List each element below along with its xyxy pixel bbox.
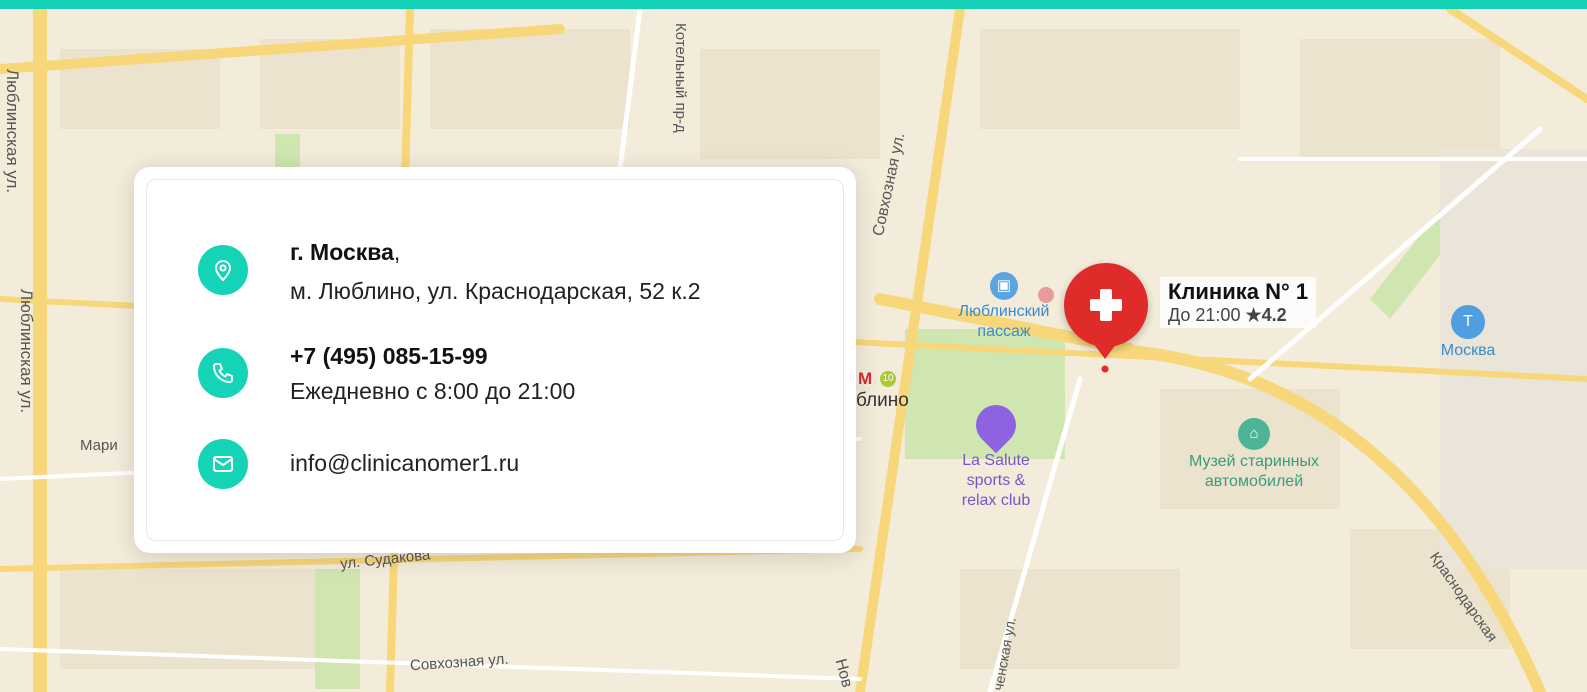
metro-station-label: блино (856, 390, 909, 411)
poi-label: пассаж (977, 323, 1031, 340)
phone-block: +7 (495) 085-15-99 Ежедневно с 8:00 до 2… (290, 340, 575, 410)
location-pin-icon (198, 245, 248, 295)
metro-icon: M (858, 369, 873, 388)
poi-label: Люблинский (958, 303, 1050, 320)
hammer-icon: T (1451, 305, 1485, 339)
contact-card: г. Москва, м. Люблино, ул. Краснодарская… (134, 167, 856, 553)
street-label: Мари (80, 437, 118, 454)
schedule: Ежедневно с 8:00 до 21:00 (290, 378, 576, 404)
street-label: Котельный пр-д (672, 23, 689, 133)
poi-la-salute[interactable]: La Salute sports & relax club (944, 396, 1048, 511)
museum-icon: ⌂ (1238, 418, 1270, 450)
poi-museum[interactable]: ⌂ Музей старинных автомобилей (1168, 418, 1340, 492)
poi-label: Музей старинных (1189, 453, 1319, 470)
street-label: Люблинская ул. (3, 69, 22, 194)
poi-dot (1038, 287, 1054, 303)
city: г. Москва (290, 239, 394, 265)
email-link[interactable]: info@clinicanomer1.ru (290, 447, 519, 479)
street-label: Люблинская ул. (17, 289, 36, 414)
phone-link[interactable]: +7 (495) 085-15-99 (290, 340, 575, 372)
clinic-map-pin[interactable] (1064, 263, 1148, 347)
address-block: г. Москва, м. Люблино, ул. Краснодарская… (290, 236, 701, 310)
metro-line-badge: 10 (880, 371, 896, 387)
pin-tail (1090, 339, 1120, 373)
clinic-rating: ★4.2 (1245, 305, 1287, 325)
clinic-hours: До 21:00 (1168, 305, 1241, 325)
poi-label: La Salute (962, 452, 1030, 469)
poi-label: Москва (1440, 342, 1496, 359)
phone-icon (198, 348, 248, 398)
medical-cross-icon (1090, 289, 1122, 321)
contact-card-inner: г. Москва, м. Люблино, ул. Краснодарская… (146, 179, 844, 541)
poi-label: sports & (966, 472, 1026, 489)
top-accent-bar (0, 0, 1587, 9)
email-block: info@clinicanomer1.ru (290, 447, 519, 479)
poi-moskva[interactable]: T Москва (1428, 305, 1508, 361)
mail-icon (198, 439, 248, 489)
poi-label: автомобилей (1204, 473, 1304, 490)
city-comma: , (393, 239, 401, 265)
poi-label: relax club (961, 492, 1031, 509)
fitness-icon (967, 396, 1025, 454)
clinic-pin-label[interactable]: Клиника N° 1 До 21:00 ★4.2 (1160, 277, 1317, 328)
clinic-name: Клиника N° 1 (1168, 279, 1309, 304)
shopping-bag-icon: ▣ (990, 272, 1018, 300)
address: м. Люблино, ул. Краснодарская, 52 к.2 (290, 278, 701, 304)
poi-passage[interactable]: ▣ Люблинский пассаж (942, 272, 1066, 342)
